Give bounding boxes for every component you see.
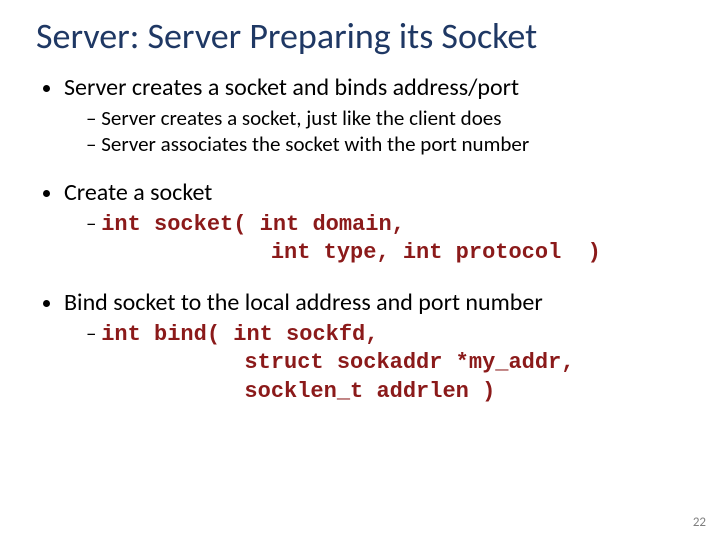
bullet-item: Server creates a socket and binds addres… — [64, 74, 684, 157]
bullet-text: Server creates a socket and binds addres… — [64, 73, 519, 102]
sub-bullet-item: Server associates the socket with the po… — [86, 131, 684, 157]
sub-bullet-list: Server creates a socket, just like the c… — [64, 105, 684, 158]
sub-bullet-list: int bind( int sockfd, struct sockaddr *m… — [64, 320, 684, 406]
slide: Server: Server Preparing its Socket Serv… — [0, 0, 720, 540]
sub-bullet-item: int socket( int domain, int type, int pr… — [86, 210, 684, 267]
sub-bullet-text: Server creates a socket, just like the c… — [101, 105, 501, 131]
sub-bullet-item: Server creates a socket, just like the c… — [86, 105, 684, 131]
bullet-text: Bind socket to the local address and por… — [64, 288, 543, 317]
code-snippet: int socket( int domain, int type, int pr… — [86, 212, 601, 266]
sub-bullet-item: int bind( int sockfd, struct sockaddr *m… — [86, 320, 684, 406]
bullet-text: Create a socket — [64, 178, 212, 207]
sub-bullet-list: int socket( int domain, int type, int pr… — [64, 210, 684, 267]
sub-bullet-text: Server associates the socket with the po… — [101, 131, 529, 157]
bullet-list: Server creates a socket and binds addres… — [36, 74, 684, 405]
bullet-item: Bind socket to the local address and por… — [64, 289, 684, 405]
slide-title: Server: Server Preparing its Socket — [36, 18, 684, 56]
page-number: 22 — [693, 515, 706, 530]
code-snippet: int bind( int sockfd, struct sockaddr *m… — [86, 322, 574, 404]
bullet-item: Create a socket int socket( int domain, … — [64, 179, 684, 267]
